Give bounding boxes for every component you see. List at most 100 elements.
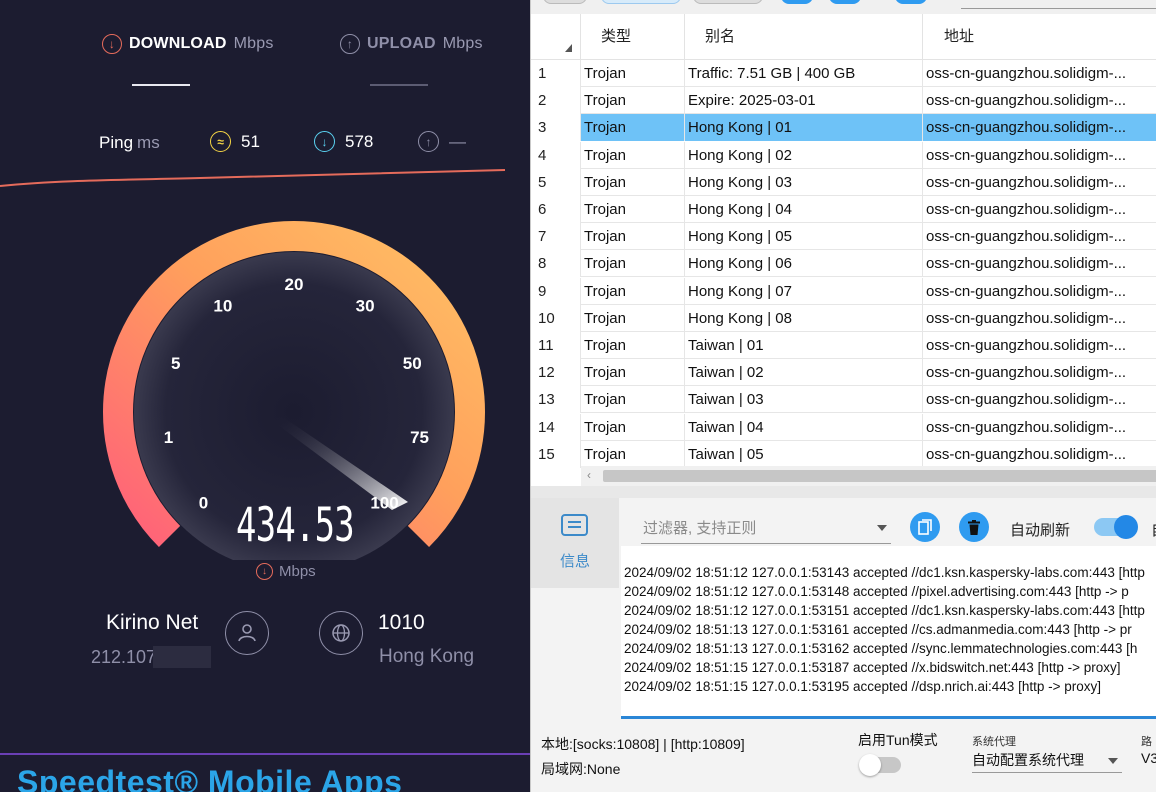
panel-splitter[interactable] — [531, 486, 1156, 498]
download-arrow-icon: ↓ — [102, 34, 122, 54]
trash-icon — [968, 519, 980, 535]
log-line: 2024/09/02 18:51:15 127.0.0.1:53187 acce… — [624, 660, 1121, 675]
cell-type: Trojan — [581, 304, 685, 332]
server-location[interactable]: Hong Kong — [379, 646, 474, 668]
tab-info-label: 信息 — [560, 553, 591, 570]
gauge-tick-label: 50 — [403, 354, 422, 373]
row-index: 8 — [531, 250, 581, 278]
row-index: 11 — [531, 332, 581, 359]
table-row[interactable]: 8 Trojan Hong Kong | 06 oss-cn-guangzhou.so… — [531, 250, 1156, 278]
cell-type: Trojan — [581, 440, 685, 468]
table-row[interactable]: 12 Trojan Taiwan | 02 oss-cn-guangzhou.soli… — [531, 359, 1156, 387]
table-row[interactable]: 4 Trojan Hong Kong | 02 oss-cn-guangzhou.so… — [531, 141, 1156, 169]
log-filter-input[interactable] — [641, 514, 869, 542]
cell-type: Trojan — [581, 332, 685, 359]
chevron-down-icon[interactable] — [877, 525, 887, 531]
table-row[interactable]: 13 Trojan Taiwan | 03 oss-cn-guangzhou.soli… — [531, 386, 1156, 414]
table-row[interactable]: 3 Trojan Hong Kong | 01 oss-cn-guangzhou.so… — [531, 114, 1156, 142]
footer-title: Speedtest® Mobile Apps — [17, 764, 403, 792]
cell-alias: Hong Kong | 08 — [685, 304, 923, 332]
table-row[interactable]: 6 Trojan Hong Kong | 04 oss-cn-guangzhou.so… — [531, 196, 1156, 223]
table-row[interactable]: 15 Trojan Taiwan | 05 oss-cn-guangzhou.soli… — [531, 440, 1156, 468]
ping-label: Ping ms — [99, 133, 160, 152]
copy-icon — [918, 519, 932, 535]
cell-type: Trojan — [581, 60, 685, 87]
idle-latency-icon: ≈ — [210, 131, 231, 152]
log-line: 2024/09/02 18:51:15 127.0.0.1:53195 acce… — [624, 679, 1101, 694]
clear-log-button[interactable] — [959, 512, 989, 542]
globe-icon[interactable] — [319, 611, 363, 655]
column-header-alias[interactable]: 别名 — [685, 14, 923, 60]
cell-type: Trojan — [581, 168, 685, 196]
local-ports: 本地:[socks:10808] | [http:10809] — [541, 736, 745, 752]
row-index: 13 — [531, 386, 581, 414]
speedtest-panel: ↓ DOWNLOAD Mbps ↑ UPLOAD Mbps Ping ms ≈ 5… — [0, 0, 530, 792]
download-tab-underline — [132, 84, 190, 86]
cell-address: oss-cn-guangzhou.solidigm-... — [923, 114, 1156, 142]
speed-unit: Mbps — [279, 563, 316, 580]
scrollbar-thumb[interactable] — [603, 470, 1156, 482]
ping-idle: ≈ 51 — [210, 131, 260, 152]
table-row[interactable]: 9 Trojan Hong Kong | 07 oss-cn-guangzhou.so… — [531, 277, 1156, 305]
column-header-type[interactable]: 类型 — [581, 14, 685, 60]
cell-address: oss-cn-guangzhou.solidigm-... — [923, 305, 1156, 332]
toolbar-round-button-partial[interactable] — [829, 0, 861, 4]
toolbar-round-button-partial[interactable] — [781, 0, 813, 4]
cell-alias: Traffic: 7.51 GB | 400 GB — [685, 60, 923, 87]
toolbar-round-button-partial[interactable] — [895, 0, 927, 4]
auto-refresh-toggle[interactable] — [1094, 515, 1138, 539]
sysproxy-select[interactable]: 自动配置系统代理 — [972, 747, 1122, 773]
horizontal-scrollbar[interactable]: ‹ — [581, 466, 1156, 486]
cell-address: oss-cn-guangzhou.solidigm-... — [923, 196, 1156, 223]
table-row[interactable]: 2 Trojan Expire: 2025-03-01 oss-cn-guangzho… — [531, 87, 1156, 115]
table-row[interactable]: 7 Trojan Hong Kong | 05 oss-cn-guangzhou.so… — [531, 223, 1156, 251]
cell-alias: Taiwan | 02 — [685, 359, 923, 387]
table-row[interactable]: 14 Trojan Taiwan | 04 oss-cn-guangzhou.soli… — [531, 413, 1156, 441]
cell-alias: Taiwan | 04 — [685, 413, 923, 441]
toolbar-button-partial[interactable] — [601, 0, 681, 4]
tab-info[interactable]: 信息 — [531, 498, 619, 588]
toolbar-search-partial[interactable] — [961, 0, 1156, 9]
download-tab[interactable]: ↓ DOWNLOAD Mbps — [102, 34, 274, 54]
log-line: 2024/09/02 18:51:12 127.0.0.1:53143 acce… — [624, 565, 1145, 580]
log-line: 2024/09/02 18:51:12 127.0.0.1:53148 acce… — [624, 584, 1129, 599]
cell-address: oss-cn-guangzhou.solidigm-... — [923, 169, 1156, 196]
row-index: 10 — [531, 304, 581, 332]
table-row[interactable]: 5 Trojan Hong Kong | 03 oss-cn-guangzhou.so… — [531, 168, 1156, 196]
column-header-address[interactable]: 地址 — [923, 14, 1156, 60]
tun-mode-label: 启用Tun模式 — [858, 732, 938, 748]
chevron-down-icon — [1108, 758, 1118, 764]
cell-address: oss-cn-guangzhou.solidigm-... — [923, 414, 1156, 441]
route-value[interactable]: V3 — [1141, 750, 1156, 766]
log-filter[interactable] — [641, 514, 891, 544]
status-bar: 本地:[socks:10808] | [http:10809] 局域网:None… — [531, 719, 1156, 792]
toolbar-remnant — [531, 0, 1156, 14]
row-index: 9 — [531, 277, 581, 305]
toolbar-button-partial[interactable] — [543, 0, 587, 4]
scroll-left-icon[interactable]: ‹ — [587, 468, 591, 482]
cell-type: Trojan — [581, 87, 685, 115]
user-icon[interactable] — [225, 611, 269, 655]
cell-alias: Taiwan | 05 — [685, 440, 923, 468]
header-index-corner[interactable] — [531, 14, 581, 60]
table-row[interactable]: 11 Trojan Taiwan | 01 oss-cn-guangzhou.soli… — [531, 332, 1156, 359]
upload-arrow-icon: ↑ — [340, 34, 360, 54]
cell-address: oss-cn-guangzhou.solidigm-... — [923, 142, 1156, 169]
log-output[interactable]: 2024/09/02 18:51:12 127.0.0.1:53143 acce… — [621, 546, 1156, 718]
table-row[interactable]: 10 Trojan Hong Kong | 08 oss-cn-guangzhou.s… — [531, 304, 1156, 332]
copy-log-button[interactable] — [910, 512, 940, 542]
auto-refresh-label: 自动刷新 — [1010, 522, 1071, 539]
upload-tab[interactable]: ↑ UPLOAD Mbps — [340, 34, 483, 54]
gauge-tick-label: 20 — [285, 275, 304, 294]
isp-ip: 212.107 — [91, 647, 157, 667]
lan-status: 局域网:None — [541, 761, 621, 777]
row-index: 12 — [531, 359, 581, 387]
log-line: 2024/09/02 18:51:13 127.0.0.1:53162 acce… — [624, 641, 1138, 656]
cell-type: Trojan — [581, 386, 685, 414]
table-row[interactable]: 1 Trojan Traffic: 7.51 GB | 400 GB oss-cn-g… — [531, 60, 1156, 87]
gauge-tick-label: 10 — [213, 297, 232, 316]
toolbar-button-partial[interactable] — [693, 0, 763, 4]
gauge-tick-label: 100 — [370, 494, 398, 513]
speed-value: 434.53 — [236, 498, 355, 553]
tun-mode-toggle[interactable] — [859, 754, 901, 776]
